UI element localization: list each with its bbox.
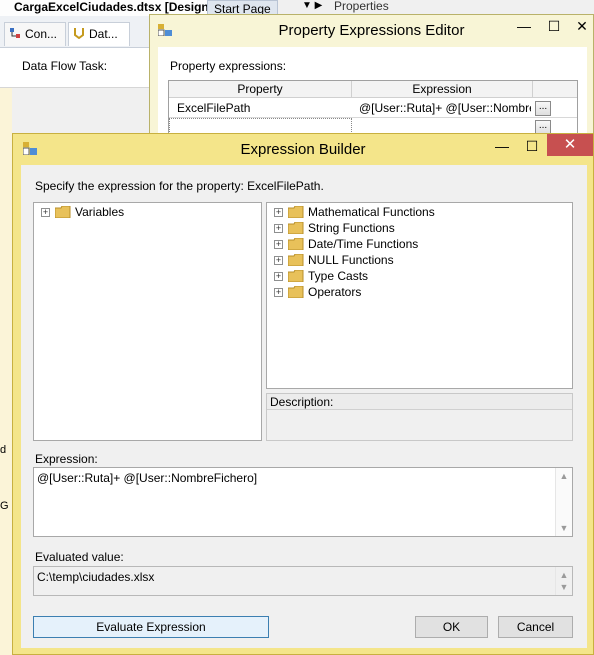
folder-icon (288, 270, 304, 282)
maximize-button[interactable]: ☐ (517, 135, 547, 157)
folder-icon (55, 206, 71, 218)
expression-prompt: Specify the expression for the property:… (35, 179, 324, 193)
tab-data-flow[interactable]: Dat... (68, 22, 130, 46)
tree-node-label: Date/Time Functions (308, 237, 419, 251)
expand-icon[interactable]: + (274, 256, 283, 265)
property-expressions-label: Property expressions: (170, 59, 287, 73)
evaluated-value-box: C:\temp\ciudades.xlsx ▲ ▼ (33, 566, 573, 596)
tree-node-label: Operators (308, 285, 362, 299)
properties-panel-title: Properties (334, 0, 389, 13)
tab-control-flow[interactable]: Con... (4, 22, 66, 46)
folder-icon (288, 222, 304, 234)
expand-icon[interactable]: + (41, 208, 50, 217)
tree-node-label: NULL Functions (308, 253, 394, 267)
column-header-expression[interactable]: Expression (352, 81, 533, 98)
scroll-down-icon[interactable]: ▼ (556, 579, 572, 595)
expression-textbox[interactable]: @[User::Ruta]+ @[User::NombreFichero] ▲ … (33, 467, 573, 537)
variables-tree[interactable]: + Variables (33, 202, 262, 441)
description-panel: Description: (266, 393, 573, 441)
tree-node-label: Type Casts (308, 269, 369, 283)
expand-icon[interactable]: + (274, 288, 283, 297)
data-flow-task-label: Data Flow Task: (22, 59, 108, 73)
pee-titlebar[interactable]: Property Expressions Editor — ☐ ✕ (150, 15, 593, 47)
data-flow-icon (74, 28, 84, 39)
evaluated-scrollbar[interactable]: ▲ ▼ (555, 567, 572, 595)
expand-icon[interactable]: + (274, 272, 283, 281)
folder-icon (288, 286, 304, 298)
scroll-up-icon[interactable]: ▲ (556, 468, 572, 484)
edge-text-fragment: G (0, 500, 9, 512)
tree-node-label: Mathematical Functions (308, 205, 435, 219)
description-label: Description: (267, 394, 572, 410)
expand-icon[interactable]: + (274, 208, 283, 217)
evaluated-value-text: C:\temp\ciudades.xlsx (37, 570, 155, 584)
designer-subtabs: Con... Dat... (0, 16, 150, 48)
designer-canvas (0, 88, 12, 655)
ok-button[interactable]: OK (415, 616, 488, 638)
expand-icon[interactable]: + (274, 224, 283, 233)
expression-cell[interactable]: @[User::Ruta]+ @[User::Nombre... (359, 99, 531, 117)
expression-label: Expression: (35, 452, 98, 466)
control-flow-icon (10, 28, 20, 38)
property-cell[interactable]: ExcelFilePath (177, 99, 347, 117)
expression-text: @[User::Ruta]+ @[User::NombreFichero] (37, 471, 258, 485)
close-button[interactable]: ✕ (567, 15, 594, 37)
column-header-property[interactable]: Property (169, 81, 352, 98)
folder-icon (288, 238, 304, 250)
expression-builder-window: Expression Builder — ☐ ✕ Specify the exp… (12, 133, 594, 655)
expand-icon[interactable]: + (274, 240, 283, 249)
tab-data-flow-label: Dat... (89, 27, 118, 41)
functions-tree[interactable]: + Mathematical Functions + String Functi… (266, 202, 573, 389)
evaluated-value-label: Evaluated value: (35, 550, 124, 564)
tree-node-label: Variables (75, 205, 125, 219)
minimize-button[interactable]: — (509, 15, 539, 37)
tab-control-flow-label: Con... (25, 27, 58, 41)
tree-node-label: String Functions (308, 221, 395, 235)
tab-overflow-arrows-icon[interactable]: ▼ ▶ (302, 0, 322, 12)
cancel-button[interactable]: Cancel (498, 616, 573, 638)
expression-scrollbar[interactable]: ▲ ▼ (555, 468, 572, 536)
evaluate-expression-button[interactable]: Evaluate Expression (33, 616, 269, 638)
close-button[interactable]: ✕ (547, 134, 593, 156)
expression-ellipsis-button[interactable]: ... (535, 101, 551, 116)
maximize-button[interactable]: ☐ (539, 15, 569, 37)
designer-canvas-header: Data Flow Task: (0, 48, 150, 88)
scroll-down-icon[interactable]: ▼ (556, 520, 572, 536)
property-expressions-editor-window: Property Expressions Editor — ☐ ✕ Proper… (149, 14, 594, 145)
folder-icon (288, 206, 304, 218)
column-header-blank (533, 81, 577, 98)
minimize-button[interactable]: — (487, 135, 517, 157)
pee-body: Property expressions: Property Expressio… (158, 47, 587, 145)
edge-text-fragment: d (0, 444, 7, 456)
expression-builder-body: Specify the expression for the property:… (21, 165, 587, 648)
folder-icon (288, 254, 304, 266)
